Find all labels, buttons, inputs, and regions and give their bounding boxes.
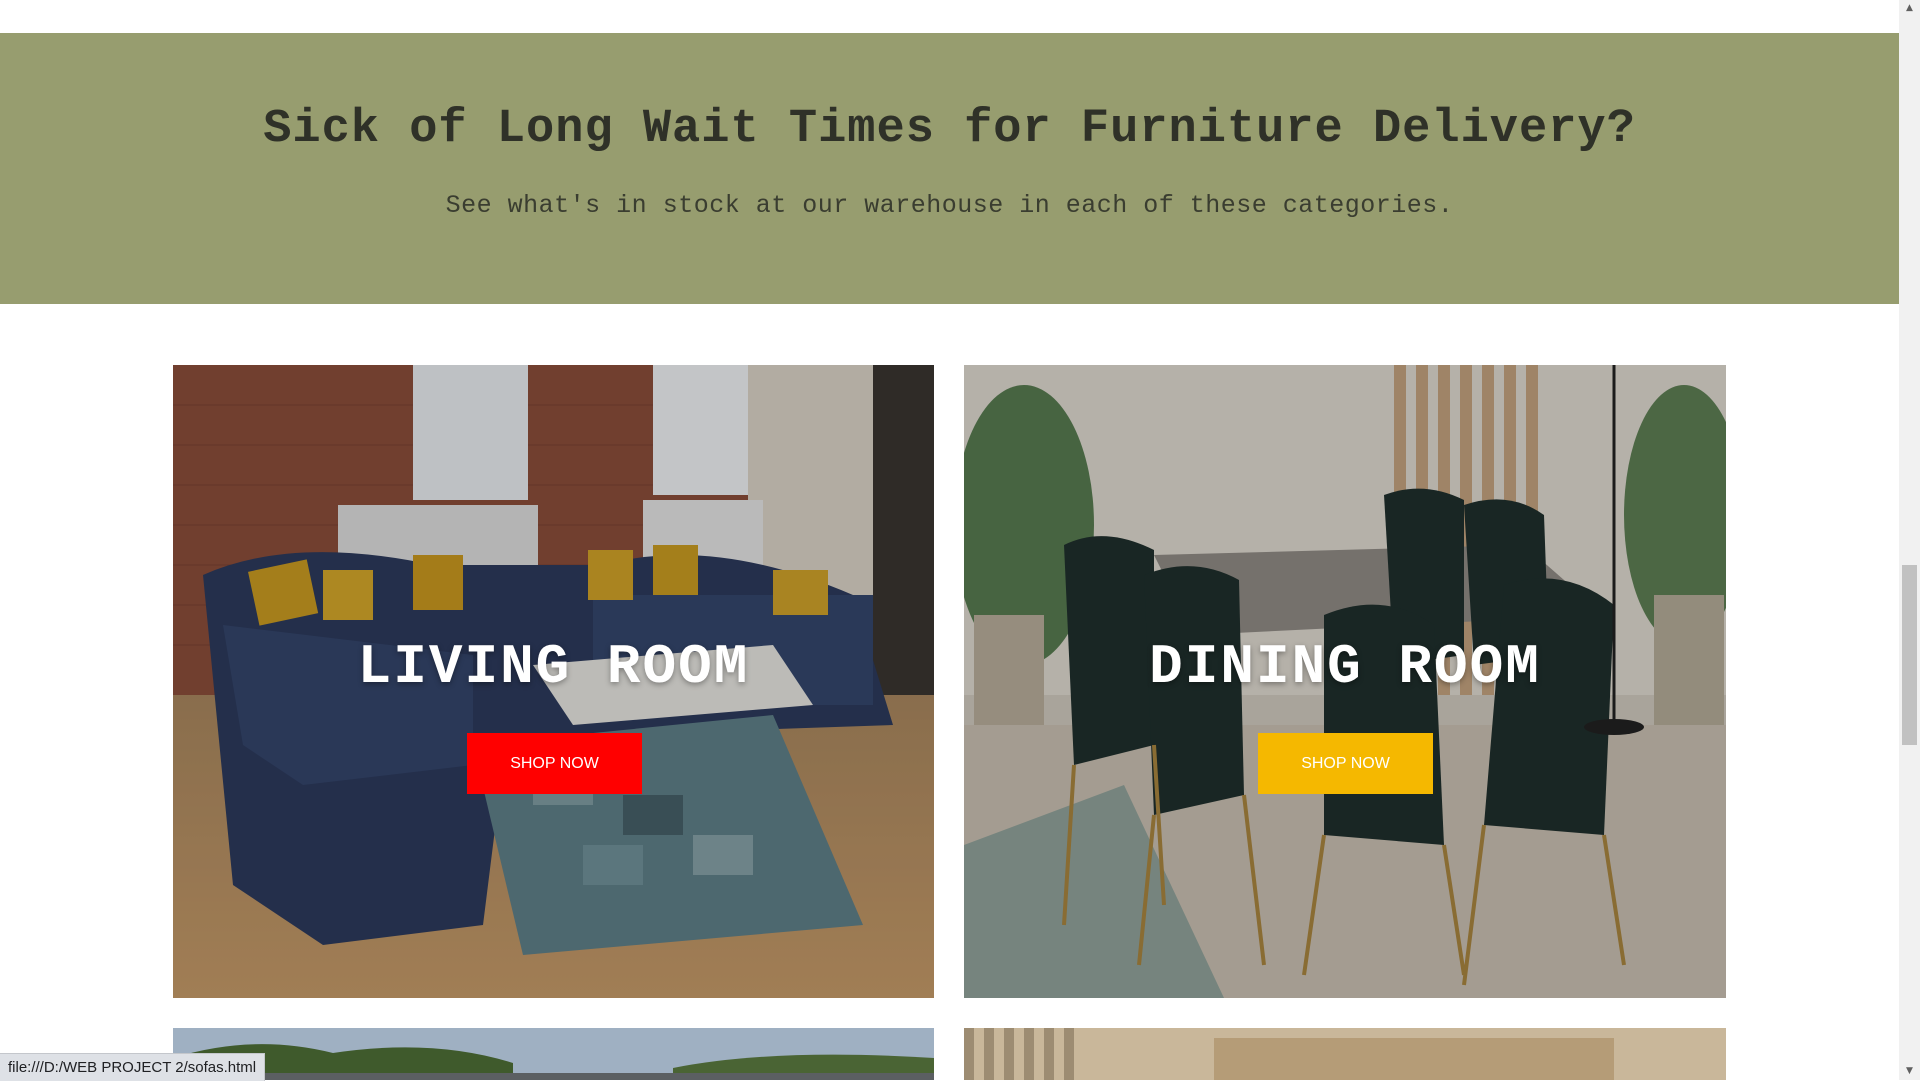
page-viewport: Sick of Long Wait Times for Furniture De… [0, 0, 1899, 1080]
category-card-dining-room[interactable]: DINING ROOM SHOP NOW [964, 365, 1726, 998]
category-title: DINING ROOM [1149, 635, 1541, 699]
browser-status-bar: file:///D:/WEB PROJECT 2/sofas.html [0, 1053, 266, 1081]
category-card-living-room[interactable]: LIVING ROOM SHOP NOW [173, 365, 934, 998]
arrow-down-icon[interactable]: ▼ [1899, 1063, 1920, 1080]
outdoor-image [173, 1028, 934, 1080]
shop-now-button-dining-room[interactable]: SHOP NOW [1258, 733, 1433, 794]
bedroom-image [964, 1028, 1726, 1080]
banner-heading: Sick of Long Wait Times for Furniture De… [263, 103, 1636, 156]
scrollbar-thumb[interactable] [1902, 565, 1917, 745]
banner-subheading: See what's in stock at our warehouse in … [445, 191, 1454, 220]
category-title: LIVING ROOM [357, 635, 750, 699]
shop-now-button-living-room[interactable]: SHOP NOW [467, 733, 642, 794]
category-card-next-right[interactable] [964, 1028, 1726, 1080]
promo-banner: Sick of Long Wait Times for Furniture De… [0, 33, 1899, 304]
category-card-next-left[interactable] [173, 1028, 934, 1080]
arrow-up-icon[interactable]: ▲ [1899, 0, 1920, 17]
vertical-scrollbar[interactable]: ▲ ▼ [1899, 0, 1920, 1080]
